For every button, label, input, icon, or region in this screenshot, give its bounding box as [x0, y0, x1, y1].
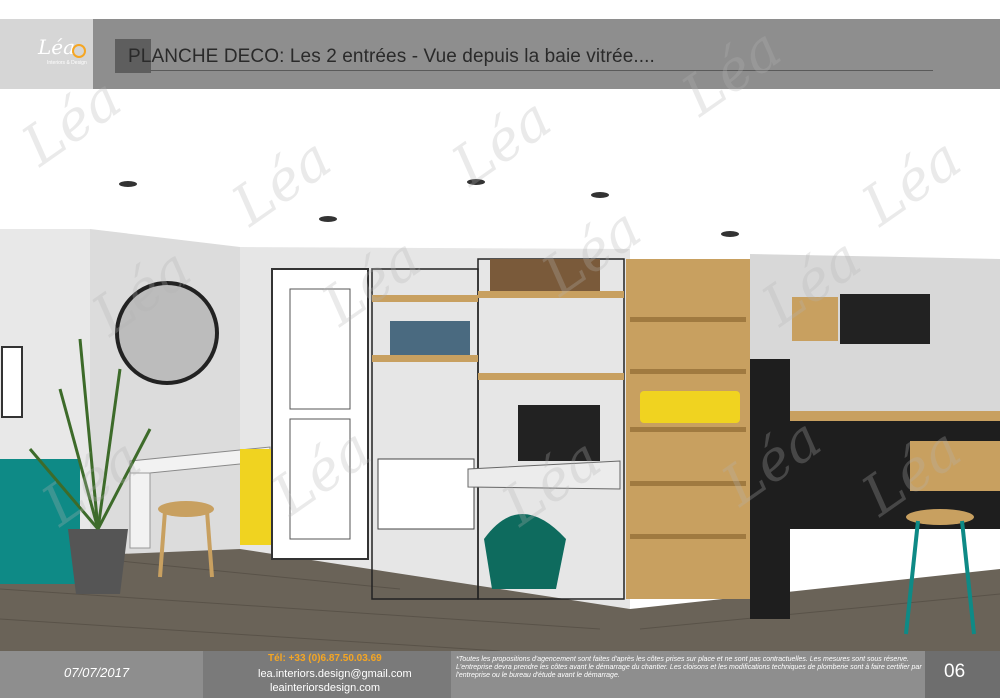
footer-website-link[interactable]: leainteriorsdesign.com	[270, 682, 380, 694]
title-underline	[150, 70, 933, 71]
entry-door	[271, 268, 369, 560]
logo-ring-icon	[72, 44, 86, 58]
logo-wordmark: Léa	[38, 35, 76, 59]
footer-phone: Tél: +33 (0)6.87.50.03.69	[268, 653, 382, 664]
wall-frame	[1, 346, 23, 418]
monitor	[518, 405, 600, 461]
sliding-cabinet	[377, 458, 475, 530]
kitchen-island	[910, 441, 1000, 491]
wall-unit	[840, 294, 930, 344]
round-mirror	[115, 281, 219, 385]
teal-sofa	[0, 459, 80, 584]
footer-disclaimer: *Toutes les propositions d'agencement so…	[456, 656, 922, 679]
footer-date: 07/07/2017	[64, 665, 130, 680]
logo-subtitle: Interiors & Design	[47, 60, 87, 66]
plant-pot	[68, 529, 128, 594]
room-render	[0, 89, 1000, 651]
yellow-speaker	[640, 391, 740, 423]
page-number: 06	[944, 661, 966, 682]
footer-email-link[interactable]: lea.interiors.design@gmail.com	[258, 668, 412, 680]
tall-oven-column	[750, 359, 790, 619]
page-title: PLANCHE DECO: Les 2 entrées - Vue depuis…	[128, 46, 655, 67]
